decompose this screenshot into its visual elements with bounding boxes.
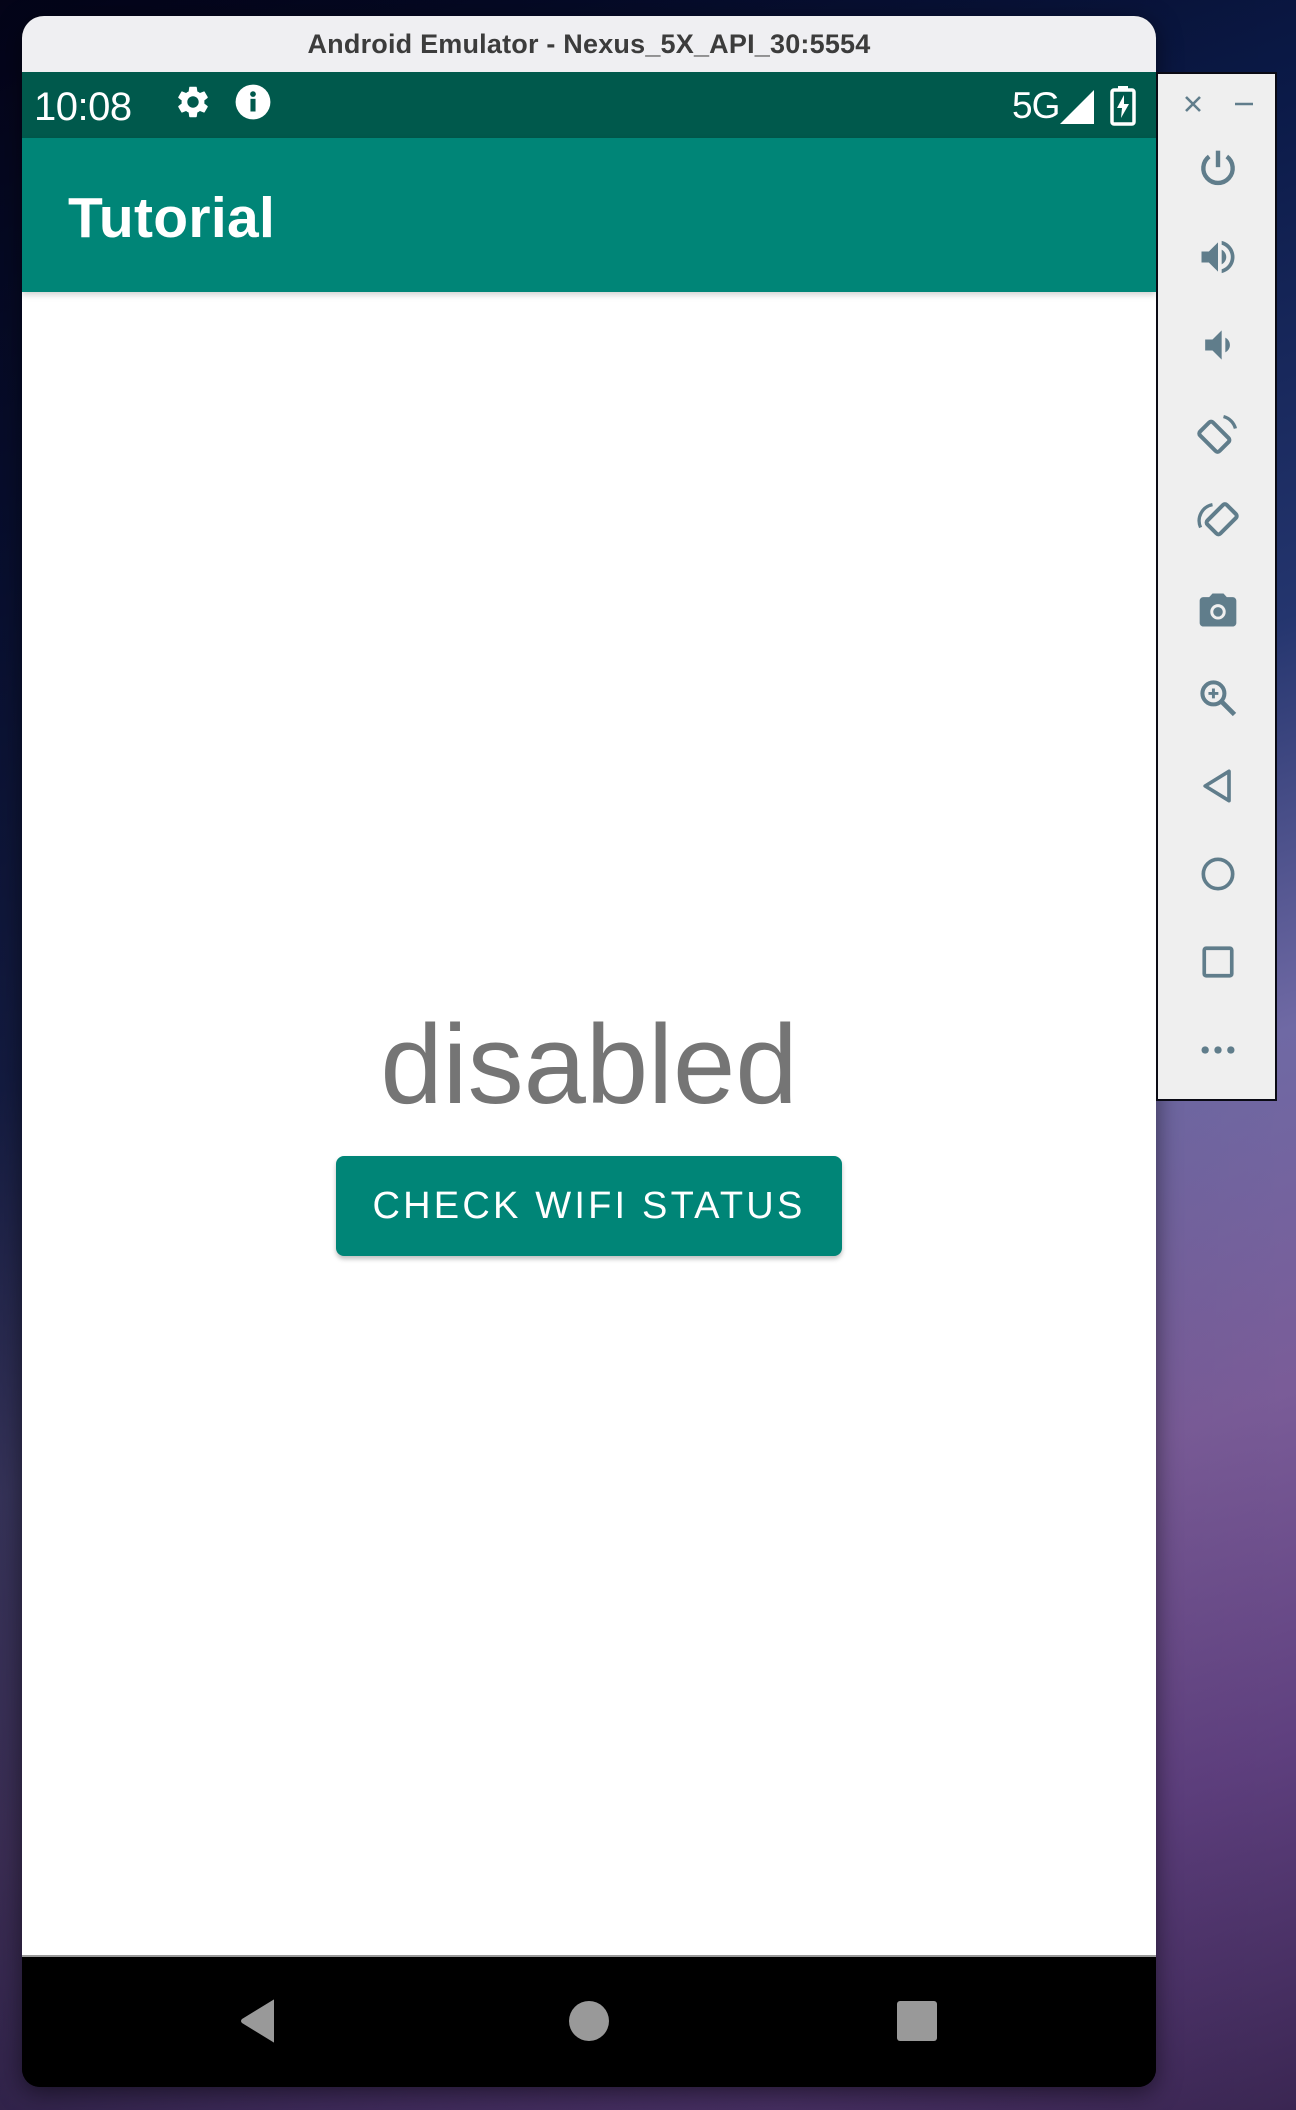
rotate-left-icon[interactable] <box>1196 412 1240 456</box>
main-content: disabled CHECK WIFI STATUS <box>22 292 1156 1955</box>
nav-back-button[interactable] <box>236 1999 280 2043</box>
nav-recents-button[interactable] <box>895 1999 939 2043</box>
status-time: 10:08 <box>34 85 132 129</box>
nav-home-button[interactable] <box>567 1999 611 2043</box>
more-icon[interactable] <box>1196 1028 1240 1072</box>
back-triangle-icon <box>241 1999 274 2043</box>
wifi-status-text: disabled <box>380 1002 798 1127</box>
volume-up-icon[interactable] <box>1196 235 1240 279</box>
android-nav-bar <box>22 1955 1156 2087</box>
check-wifi-status-button[interactable]: CHECK WIFI STATUS <box>336 1156 842 1256</box>
emulator-window: Android Emulator - Nexus_5X_API_30:5554 … <box>22 16 1156 2087</box>
battery-charging-icon <box>1110 86 1136 126</box>
recents-square-icon <box>897 2001 937 2041</box>
signal-icon <box>1060 90 1094 124</box>
minimize-icon[interactable] <box>1232 92 1256 116</box>
rotate-right-icon[interactable] <box>1196 500 1240 544</box>
overview-icon[interactable] <box>1196 940 1240 984</box>
volume-down-icon[interactable] <box>1196 323 1240 367</box>
app-toolbar: Tutorial <box>22 138 1156 292</box>
close-icon[interactable] <box>1181 92 1205 116</box>
app-title: Tutorial <box>68 186 276 250</box>
info-icon <box>234 83 272 121</box>
home-icon[interactable] <box>1196 852 1240 896</box>
back-icon[interactable] <box>1196 764 1240 808</box>
emulator-side-toolbar <box>1156 72 1277 1101</box>
home-circle-icon <box>569 2001 609 2041</box>
zoom-icon[interactable] <box>1196 676 1240 720</box>
gear-icon <box>174 83 212 121</box>
power-icon[interactable] <box>1196 147 1240 191</box>
window-title: Android Emulator - Nexus_5X_API_30:5554 <box>307 28 871 59</box>
android-status-bar[interactable]: 10:08 5G <box>22 72 1156 138</box>
camera-icon[interactable] <box>1196 588 1240 632</box>
network-type: 5G <box>1012 85 1060 126</box>
window-titlebar[interactable]: Android Emulator - Nexus_5X_API_30:5554 <box>22 16 1156 72</box>
